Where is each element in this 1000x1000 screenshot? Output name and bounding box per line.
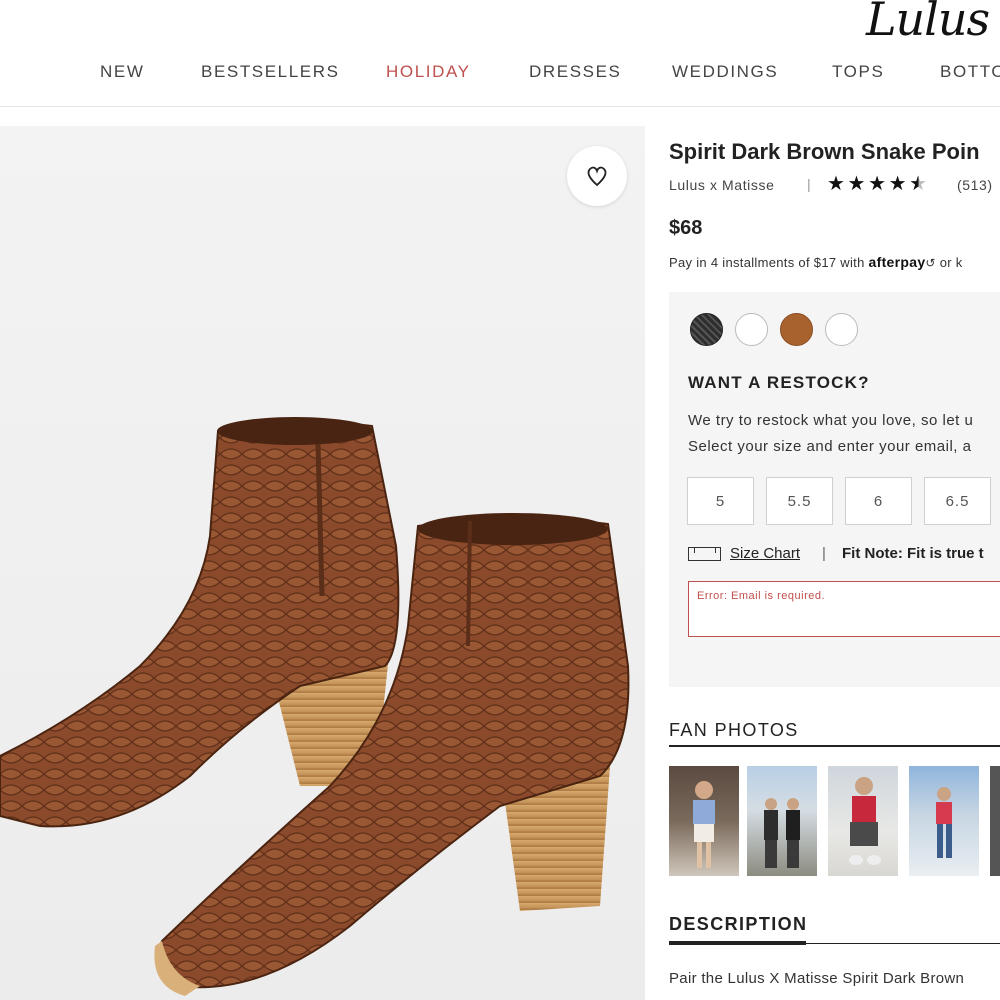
color-swatch-ivory[interactable] xyxy=(825,313,858,346)
half-star-icon: ★ xyxy=(909,173,928,195)
brand-separator: | xyxy=(807,176,812,192)
restock-text-line2: Select your size and enter your email, a xyxy=(688,438,972,455)
color-swatch-brown[interactable] xyxy=(780,313,813,346)
size-option-6-5[interactable]: 6.5 xyxy=(924,477,991,525)
fan-photo-figure xyxy=(693,781,715,868)
fan-photo-3[interactable] xyxy=(828,766,898,876)
heart-icon xyxy=(587,166,607,187)
description-tab-underline xyxy=(669,941,806,945)
star-icon: ★ xyxy=(827,173,846,195)
fan-photo-4[interactable] xyxy=(909,766,979,876)
installments-info: Pay in 4 installments of $17 with afterp… xyxy=(669,254,963,270)
description-text: Pair the Lulus X Matisse Spirit Dark Bro… xyxy=(669,970,965,987)
fan-photo-5[interactable] xyxy=(990,766,1000,876)
size-option-6[interactable]: 6 xyxy=(845,477,912,525)
fan-photo-figure xyxy=(936,787,952,858)
nav-item-new[interactable]: NEW xyxy=(100,62,144,82)
product-image[interactable] xyxy=(0,126,645,1000)
header-divider xyxy=(0,106,1000,107)
size-chart-link[interactable]: Size Chart xyxy=(730,545,800,562)
fit-separator: | xyxy=(822,545,826,562)
lulus-logo[interactable]: Lulus xyxy=(866,0,990,46)
restock-text-line1: We try to restock what you love, so let … xyxy=(688,412,974,429)
product-title: Spirit Dark Brown Snake Poin xyxy=(669,139,980,164)
nav-item-holiday[interactable]: HOLIDAY xyxy=(386,62,471,82)
nav-item-bestsellers[interactable]: BESTSELLERS xyxy=(201,62,340,82)
description-title[interactable]: DESCRIPTION xyxy=(669,914,807,935)
brand-name[interactable]: Lulus x Matisse xyxy=(669,177,774,193)
afterpay-logo[interactable]: afterpay xyxy=(869,254,926,270)
review-count[interactable]: (513) xyxy=(957,177,993,193)
ruler-icon xyxy=(688,547,721,561)
fan-photo-2[interactable] xyxy=(747,766,817,876)
star-icon: ★ xyxy=(847,173,867,195)
fan-photos-divider xyxy=(669,745,1000,747)
fan-photo-1[interactable] xyxy=(669,766,739,876)
star-icon: ★ xyxy=(888,173,908,195)
size-option-5-5[interactable]: 5.5 xyxy=(766,477,833,525)
size-option-5[interactable]: 5 xyxy=(687,477,754,525)
fan-photo-figure xyxy=(849,777,881,865)
color-swatch-black[interactable] xyxy=(690,313,723,346)
fit-note: Fit Note: Fit is true t xyxy=(842,545,984,562)
star-rating[interactable]: ★ ★ ★ ★ ★ xyxy=(827,174,928,194)
nav-item-weddings[interactable]: WEDDINGS xyxy=(672,62,778,82)
installments-text: Pay in 4 installments of $17 with xyxy=(669,255,865,270)
product-price: $68 xyxy=(669,217,703,239)
main-nav: NEW BESTSELLERS HOLIDAY DRESSES WEDDINGS… xyxy=(0,62,1000,86)
star-icon: ★ xyxy=(868,173,887,195)
wishlist-button[interactable] xyxy=(567,146,627,206)
nav-item-tops[interactable]: TOPS xyxy=(832,62,884,82)
nav-item-bottoms[interactable]: BOTTO xyxy=(940,62,1000,82)
email-error-message: Error: Email is required. xyxy=(697,590,826,602)
ankle-boots-illustration xyxy=(0,417,630,996)
afterpay-icon: ↺ xyxy=(925,256,936,270)
restock-title: WANT A RESTOCK? xyxy=(688,373,870,392)
fan-photo-figure xyxy=(764,798,800,868)
nav-item-dresses[interactable]: DRESSES xyxy=(529,62,621,82)
color-swatch-white[interactable] xyxy=(735,313,768,346)
fan-photos-title: FAN PHOTOS xyxy=(669,720,799,740)
description-divider xyxy=(806,943,1000,944)
installments-or: or k xyxy=(939,255,963,270)
